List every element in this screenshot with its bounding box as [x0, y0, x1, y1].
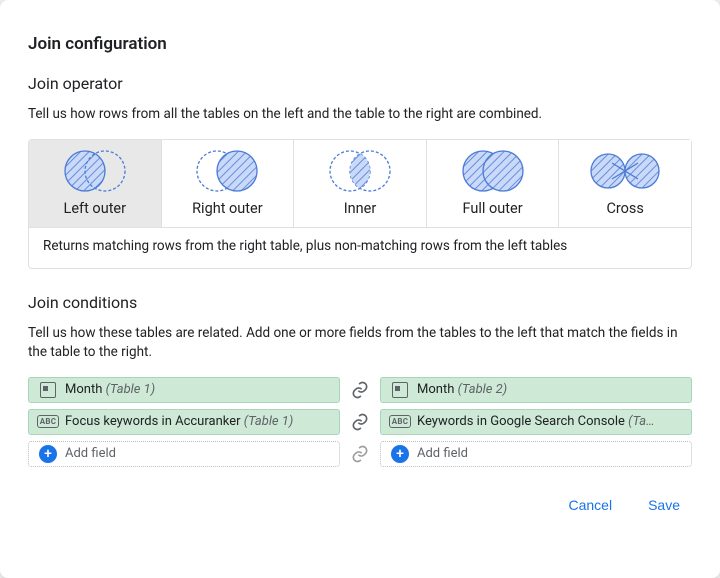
join-operator-explain: Returns matching rows from the right tab…	[29, 228, 691, 268]
cancel-button[interactable]: Cancel	[564, 491, 616, 519]
plus-icon: +	[37, 445, 59, 463]
dialog-title: Join configuration	[28, 34, 692, 54]
join-configuration-dialog: Join configuration Join operator Tell us…	[0, 0, 720, 578]
full-outer-icon	[456, 148, 530, 194]
cross-icon	[588, 148, 662, 194]
abc-icon: ABC	[389, 415, 411, 428]
join-conditions-desc: Tell us how these tables are related. Ad…	[28, 324, 692, 363]
condition-left-field-name: Focus keywords in Accuranker	[65, 414, 241, 429]
join-op-inner-label: Inner	[344, 200, 377, 217]
abc-icon: ABC	[37, 415, 59, 428]
join-op-left-outer-label: Left outer	[64, 200, 127, 217]
condition-left-field[interactable]: ABC Focus keywords in Accuranker (Table …	[28, 409, 340, 435]
join-op-full-outer[interactable]: Full outer	[427, 140, 560, 227]
calendar-icon	[389, 382, 411, 398]
join-op-left-outer[interactable]: Left outer	[29, 140, 162, 227]
condition-right-field-name: Keywords in Google Search Console	[417, 414, 625, 429]
condition-right-field[interactable]: Month (Table 2)	[380, 377, 692, 403]
join-conditions-heading: Join conditions	[28, 293, 692, 312]
right-outer-icon	[190, 148, 264, 194]
condition-left-field-table: (Table 1)	[106, 382, 156, 397]
link-icon	[340, 444, 380, 464]
join-operator-card: Left outer Right outer	[28, 139, 692, 269]
add-right-field[interactable]: + Add field	[380, 441, 692, 467]
add-right-field-label: Add field	[417, 446, 468, 461]
join-conditions-grid: Month (Table 1) Month (Table 2) ABC Focu…	[28, 377, 692, 467]
join-operator-desc: Tell us how rows from all the tables on …	[28, 105, 692, 125]
add-left-field-label: Add field	[65, 446, 116, 461]
join-op-cross[interactable]: Cross	[559, 140, 691, 227]
link-icon	[340, 412, 380, 432]
join-op-right-outer[interactable]: Right outer	[162, 140, 295, 227]
left-outer-icon	[58, 148, 132, 194]
condition-left-field-table: (Table 1)	[244, 414, 294, 429]
condition-left-field[interactable]: Month (Table 1)	[28, 377, 340, 403]
join-op-inner[interactable]: Inner	[294, 140, 427, 227]
dialog-actions: Cancel Save	[28, 491, 692, 519]
inner-icon	[323, 148, 397, 194]
condition-right-field[interactable]: ABC Keywords in Google Search Console (T…	[380, 409, 692, 435]
link-icon	[340, 380, 380, 400]
condition-left-field-name: Month	[65, 382, 102, 397]
condition-right-field-name: Month	[417, 382, 454, 397]
condition-right-field-table: (Table 2)	[458, 382, 508, 397]
join-op-full-outer-label: Full outer	[463, 200, 523, 217]
condition-right-field-table: (Ta…	[628, 414, 654, 429]
plus-icon: +	[389, 445, 411, 463]
save-button[interactable]: Save	[644, 491, 684, 519]
join-operator-heading: Join operator	[28, 74, 692, 93]
add-left-field[interactable]: + Add field	[28, 441, 340, 467]
join-operator-options: Left outer Right outer	[29, 140, 691, 228]
join-op-right-outer-label: Right outer	[192, 200, 263, 217]
calendar-icon	[37, 382, 59, 398]
join-op-cross-label: Cross	[606, 200, 643, 217]
